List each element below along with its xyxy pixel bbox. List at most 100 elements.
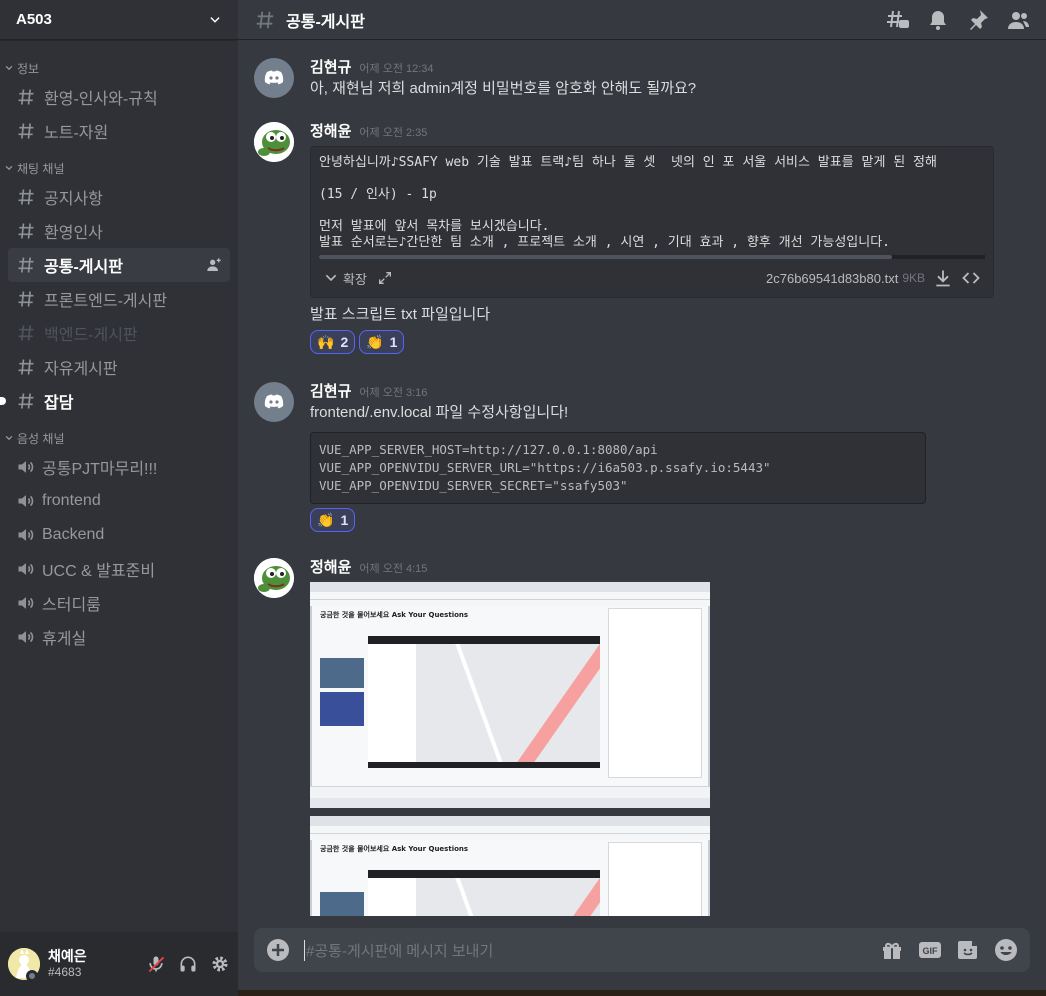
channel-notes[interactable]: 노트-자원 [8,114,230,148]
headphones-icon[interactable] [178,954,198,974]
voice-channel-frontend[interactable]: frontend [8,484,230,518]
image-attachment-1[interactable]: 궁금한 것을 물어보세요 Ask Your Questions [310,582,710,808]
expand-button[interactable]: 확장 [343,269,367,288]
message-list: 김현규 어제 오전 12:34 아, 재현님 저희 admin계정 비밀번호를 … [238,40,1046,916]
channel-label: 자유게시판 [44,361,118,378]
expand-arrows-icon[interactable] [377,270,393,286]
user-names: 채예은 #4683 [48,948,87,980]
gift-icon[interactable] [880,938,904,962]
voice-channel-backend[interactable]: Backend [8,518,230,552]
reaction-clap[interactable]: 👏 1 [359,330,405,354]
settings-gear-icon[interactable] [210,954,230,974]
message: 김현규 어제 오전 12:34 아, 재현님 저희 admin계정 비밀번호를 … [254,56,1030,100]
channel-chitchat[interactable]: 잡담 [0,384,230,418]
avatar[interactable] [254,122,294,162]
attachment-footer: 확장 2c76b69541d83b80.txt 9KB [311,259,993,297]
voice-channel-studyroom[interactable]: 스터디룸 [8,586,230,620]
screenshot-title: 궁금한 것을 물어보세요 Ask Your Questions [320,611,469,619]
message-input[interactable]: #공통-게시판에 메시지 보내기 [304,939,493,961]
message-author[interactable]: 정해윤 [310,556,351,577]
voice-channel-ucc[interactable]: UCC & 발표준비 [8,552,230,586]
header-toolbar [886,8,1030,32]
message-author[interactable]: 김현규 [310,380,351,401]
reaction-raised-hands[interactable]: 🙌 2 [310,330,356,354]
channel-sidebar: A503 정보 환영-인사와-규칙 노트-자원 채팅 채널 공지사항 환영인사 [0,0,238,996]
channel-greetings[interactable]: 환영인사 [8,214,230,248]
speaker-icon [18,529,34,541]
channel-label: 잡담 [44,395,74,412]
add-user-icon[interactable] [206,257,222,273]
reaction-clap[interactable]: 👏 1 [310,508,356,532]
username: 채예은 [48,948,87,964]
reaction-count: 2 [340,334,349,350]
channel-header: 공통-게시판 [238,0,1046,40]
voice-channel-wrapup[interactable]: 공통PJT마무리!!! [8,450,230,484]
message-timestamp: 어제 오전 2:35 [359,127,428,139]
mic-muted-icon[interactable] [146,954,166,974]
avatar[interactable] [254,558,294,598]
user-panel: 채예은 #4683 [0,932,238,996]
hash-icon [18,257,34,273]
hash-icon [18,393,34,409]
hash-icon [18,189,34,205]
bottom-strip [238,990,1046,996]
channel-label: 프론트엔드-게시판 [44,293,168,310]
channel-notice[interactable]: 공지사항 [8,180,230,214]
file-preview-text: 안녕하십니까♪SSAFY web 기술 발표 트랙♪팀 하나 둘 셋 넷의 인 … [319,155,937,250]
avatar[interactable] [254,58,294,98]
speaker-icon [18,495,34,507]
channel-welcome-rules[interactable]: 환영-인사와-규칙 [8,80,230,114]
reactions: 👏 1 [310,508,1030,532]
emoji: 🙌 [317,333,335,350]
pin-icon[interactable] [966,8,990,32]
hash-icon [18,359,34,375]
channel-label: UCC & 발표준비 [42,563,156,580]
frog-avatar-image [254,122,294,162]
chevron-down-icon [5,435,13,441]
emoji-icon[interactable] [994,938,1018,962]
emoji: 👏 [366,333,384,350]
members-icon[interactable] [1006,8,1030,32]
discord-logo-icon [264,394,284,409]
channel-backend-board[interactable]: 백엔드-게시판 [8,316,230,350]
chevron-down-icon [5,165,13,171]
reaction-count: 1 [389,334,398,350]
code-view-icon[interactable] [961,268,981,288]
channel-label: 공통PJT마무리!!! [42,461,158,478]
message-author[interactable]: 정해윤 [310,120,351,141]
message-composer[interactable]: #공통-게시판에 메시지 보내기 GIF [254,928,1030,972]
category-voice[interactable]: 음성 채널 [0,426,238,450]
channel-label: 스터디룸 [42,597,101,614]
sticker-icon[interactable] [956,938,980,962]
file-attachment[interactable]: 안녕하십니까♪SSAFY web 기술 발표 트랙♪팀 하나 둘 셋 넷의 인 … [310,146,994,298]
hash-icon [18,291,34,307]
file-size: 9KB [902,271,925,285]
user-tag: #4683 [48,965,82,979]
image-attachment-2[interactable]: 궁금한 것을 물어보세요 Ask Your Questions [310,816,710,916]
server-header[interactable]: A503 [0,0,238,40]
message-author[interactable]: 김현규 [310,56,351,77]
file-name[interactable]: 2c76b69541d83b80.txt [766,271,898,286]
voice-channel-lounge[interactable]: 휴게실 [8,620,230,654]
message-timestamp: 어제 오전 4:15 [359,563,428,575]
screenshot-title: 궁금한 것을 물어보세요 Ask Your Questions [320,845,469,853]
category-chat[interactable]: 채팅 채널 [0,156,238,180]
server-name: A503 [16,11,52,28]
speaker-icon [18,597,34,609]
category-label: 음성 채널 [17,431,65,446]
channel-free-board[interactable]: 자유게시판 [8,350,230,384]
channel-label: 공지사항 [44,191,103,208]
message-text: 발표 스크립트 txt 파일입니다 [310,306,491,323]
download-icon[interactable] [933,268,953,288]
message-timestamp: 어제 오전 12:34 [359,63,434,75]
channel-frontend-board[interactable]: 프론트엔드-게시판 [8,282,230,316]
gif-icon[interactable]: GIF [918,938,942,962]
reactions: 🙌 2 👏 1 [310,330,1030,354]
category-info[interactable]: 정보 [0,56,238,80]
channel-list: 정보 환영-인사와-규칙 노트-자원 채팅 채널 공지사항 환영인사 공통-게시… [0,52,238,932]
channel-common-board[interactable]: 공통-게시판 [8,248,230,282]
bell-icon[interactable] [926,8,950,32]
threads-icon[interactable] [886,8,910,32]
add-attachment-icon[interactable] [266,938,290,962]
avatar[interactable] [254,382,294,422]
